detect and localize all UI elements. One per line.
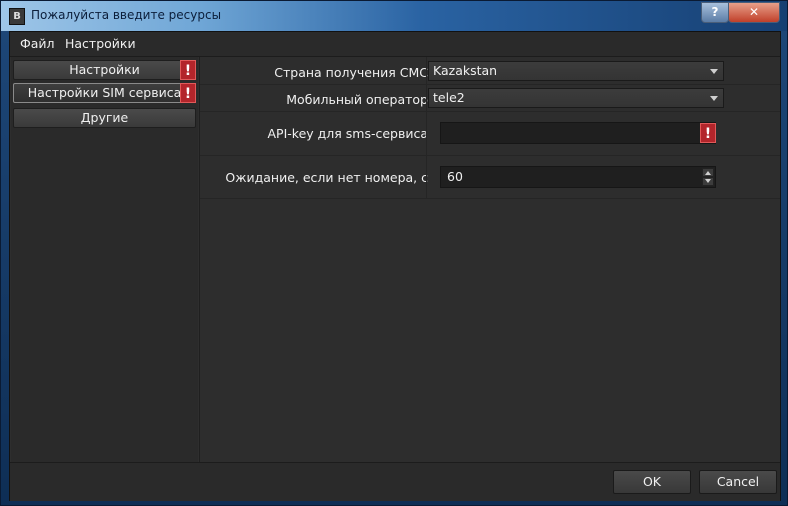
divider xyxy=(426,112,427,155)
country-value: Kazakstan xyxy=(433,63,498,78)
help-button[interactable]: ? xyxy=(701,2,729,23)
close-button[interactable]: ✕ xyxy=(728,2,780,23)
warning-icon: ! xyxy=(700,123,716,143)
chevron-down-icon xyxy=(710,96,718,101)
warning-icon: ! xyxy=(180,60,196,80)
settings-panel: Страна получения СМС Kazakstan Мобильный… xyxy=(199,57,780,462)
client-area: Файл Настройки Настройки ! Настройки SIM… xyxy=(9,31,781,501)
menu-bar: Файл Настройки xyxy=(10,32,780,57)
operator-label: Мобильный оператор xyxy=(286,92,428,107)
title-bar[interactable]: B Пожалуйста введите ресурсы ? ✕ xyxy=(1,1,787,31)
operator-value: tele2 xyxy=(433,90,465,105)
window-title: Пожалуйста введите ресурсы xyxy=(31,8,222,22)
wait-value: 60 xyxy=(447,169,463,184)
sidebar-item-label: Настройки xyxy=(69,62,140,77)
apikey-input[interactable] xyxy=(440,122,716,144)
sidebar-item-sim-service[interactable]: Настройки SIM сервиса xyxy=(13,83,196,103)
row-apikey: API-key для sms-сервиса ! xyxy=(200,112,780,156)
row-country: Страна получения СМС Kazakstan xyxy=(200,57,780,85)
spin-down-icon[interactable] xyxy=(702,177,714,186)
ok-button[interactable]: OK xyxy=(613,470,691,494)
divider xyxy=(426,85,427,111)
row-wait: Ожидание, если нет номера, с 60 xyxy=(200,156,780,199)
sidebar-item-label: Другие xyxy=(80,110,129,125)
divider xyxy=(426,57,427,84)
sidebar: Настройки ! Настройки SIM сервиса ! Друг… xyxy=(11,57,198,462)
country-select[interactable]: Kazakstan xyxy=(428,61,724,81)
operator-select[interactable]: tele2 xyxy=(428,88,724,108)
warning-icon: ! xyxy=(180,83,196,103)
chevron-down-icon xyxy=(710,69,718,74)
divider xyxy=(426,156,427,198)
sidebar-item-settings[interactable]: Настройки xyxy=(13,60,196,80)
sidebar-item-label: Настройки SIM сервиса xyxy=(27,85,182,100)
row-operator: Мобильный оператор tele2 xyxy=(200,85,780,112)
spin-up-icon[interactable] xyxy=(702,168,714,177)
sidebar-item-other[interactable]: Другие xyxy=(13,108,196,128)
dialog-window: B Пожалуйста введите ресурсы ? ✕ Файл На… xyxy=(0,0,788,506)
apikey-label: API-key для sms-сервиса xyxy=(267,126,429,141)
button-bar: OK Cancel xyxy=(10,462,780,501)
wait-spinbox[interactable]: 60 xyxy=(440,166,716,188)
spin-buttons xyxy=(702,168,714,186)
wait-label: Ожидание, если нет номера, с xyxy=(225,170,428,185)
country-label: Страна получения СМС xyxy=(274,65,428,80)
cancel-button[interactable]: Cancel xyxy=(699,470,777,494)
app-icon: B xyxy=(9,8,25,25)
menu-file[interactable]: Файл xyxy=(20,36,55,51)
menu-settings[interactable]: Настройки xyxy=(65,36,136,51)
